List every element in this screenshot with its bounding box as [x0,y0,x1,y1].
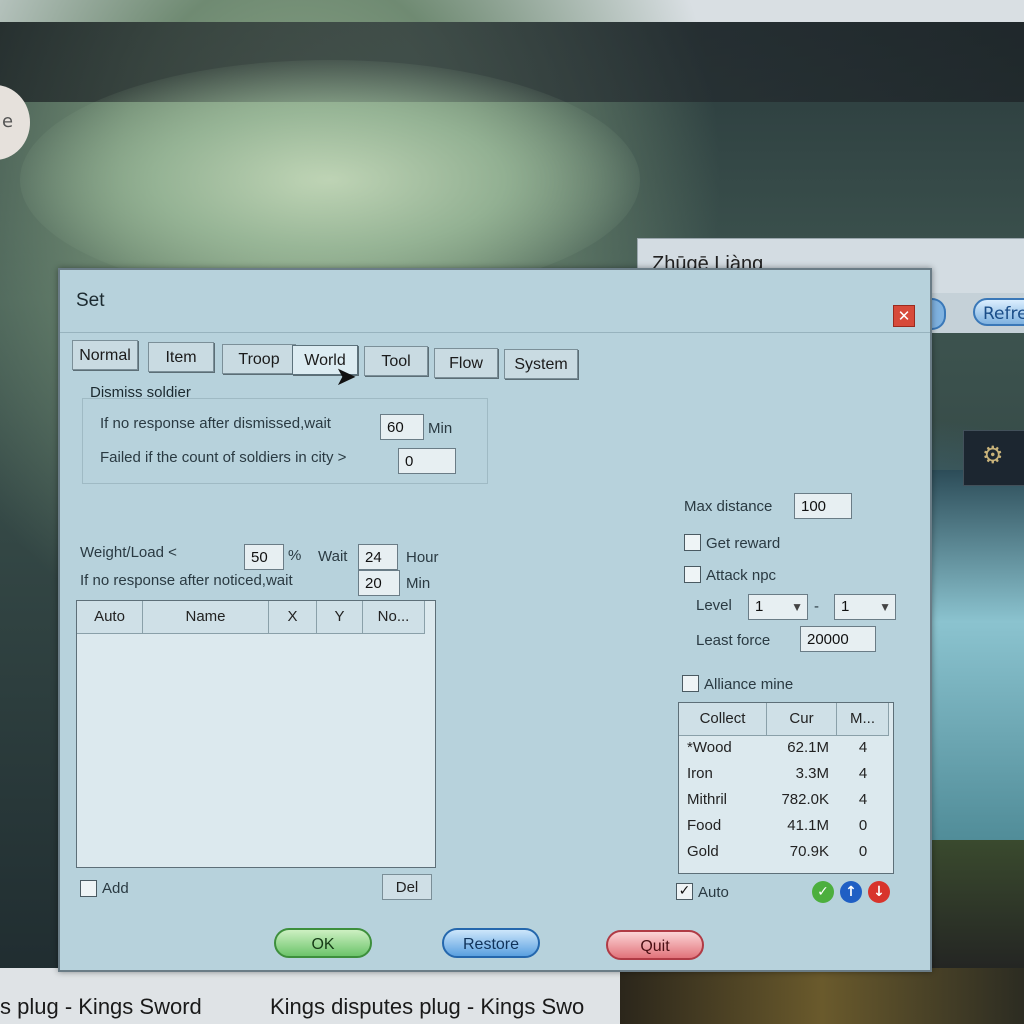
get-reward-checkbox[interactable] [684,534,701,551]
column-name[interactable]: Name [143,601,269,633]
dialog-title: Set [76,290,105,311]
chevron-down-icon: ▼ [879,600,891,614]
set-dialog: Set ✕ Normal Item Troop World Tool Flow … [58,268,932,972]
resource-list-header: Collect Cur M... [679,703,889,736]
dismiss-wait-label: If no response after dismissed,wait [100,415,331,432]
background-fog [20,60,640,300]
level-to-value: 1 [841,598,850,615]
quit-button[interactable]: Quit [606,930,704,960]
resource-cur: 62.1M [787,739,829,756]
column-m[interactable]: M... [837,703,889,735]
game-settings-button[interactable]: ⚙ [963,430,1024,486]
resource-name: Food [687,817,722,834]
attack-npc-checkbox[interactable] [684,566,701,583]
target-list-header: Auto Name X Y No... [77,601,425,634]
get-reward-label: Get reward [706,535,781,552]
auto-label: Auto [698,884,729,901]
resource-cur: 3.3M [795,765,829,782]
alliance-mine-label: Alliance mine [704,676,794,693]
resource-row[interactable]: Food 41.1M 0 [679,817,889,843]
resource-cur: 782.0K [781,791,829,808]
column-y[interactable]: Y [317,601,363,633]
taskbar-item-2[interactable]: Kings disputes plug - Kings Swo [270,994,584,1020]
resource-m: 4 [858,739,868,756]
resource-name: Gold [687,843,719,860]
alliance-mine-checkbox[interactable] [682,675,699,692]
taskbar-thumbnail [620,968,1024,1024]
add-checkbox[interactable] [80,880,97,897]
notice-wait-unit: Min [406,575,431,592]
gear-icon: ⚙ [982,441,1004,469]
arrow-up-icon[interactable]: ↑ [840,881,862,903]
close-icon[interactable]: ✕ [893,305,915,327]
failed-count-input[interactable]: 0 [398,448,456,474]
dismiss-wait-unit: Min [428,420,453,437]
tab-system[interactable]: System [504,349,578,379]
column-no[interactable]: No... [363,601,425,633]
resource-m: 4 [858,765,868,782]
least-force-label: Least force [696,632,771,649]
notice-wait-label: If no response after noticed,wait [80,572,293,589]
resource-row[interactable]: Mithril 782.0K 4 [679,791,889,817]
ok-button[interactable]: OK [274,928,372,958]
confirm-icon[interactable]: ✓ [812,881,834,903]
refresh-button[interactable]: Refres [973,298,1024,326]
level-dash: - [814,598,819,615]
tab-flow[interactable]: Flow [434,348,498,378]
notice-wait-input[interactable]: 20 [358,570,400,596]
resource-row[interactable]: Gold 70.9K 0 [679,843,889,869]
failed-count-label: Failed if the count of soldiers in city … [100,449,347,466]
tab-troop[interactable]: Troop [222,344,296,374]
background-badge-text: e [2,111,14,132]
resource-m: 4 [858,791,868,808]
attack-npc-label: Attack npc [706,567,777,584]
least-force-input[interactable]: 20000 [800,626,876,652]
back-window-round-button[interactable] [930,298,946,330]
resource-list[interactable]: Collect Cur M... *Wood 62.1M 4 Iron 3.3M… [678,702,894,874]
weight-load-label: Weight/Load < [80,544,177,561]
tab-item[interactable]: Item [148,342,214,372]
auto-checkbox[interactable]: ✓ [676,883,693,900]
tab-tool[interactable]: Tool [364,346,428,376]
dialog-header-divider [60,332,930,333]
mouse-cursor-icon: ➤ [335,362,357,392]
max-distance-label: Max distance [684,498,773,515]
resource-row[interactable]: *Wood 62.1M 4 [679,739,889,765]
arrow-down-icon[interactable]: ↓ [868,881,890,903]
level-from-select[interactable]: 1 ▼ [748,594,808,620]
level-to-select[interactable]: 1 ▼ [834,594,896,620]
column-x[interactable]: X [269,601,317,633]
column-cur[interactable]: Cur [767,703,837,735]
resource-name: *Wood [687,739,732,756]
dismiss-heading: Dismiss soldier [90,384,191,401]
resource-row[interactable]: Iron 3.3M 4 [679,765,889,791]
weight-load-input[interactable]: 50 [244,544,284,570]
resource-cur: 70.9K [789,843,829,860]
resource-m: 0 [858,843,868,860]
resource-name: Mithril [687,791,727,808]
weight-wait-label: Wait [318,548,348,565]
target-list[interactable]: Auto Name X Y No... [76,600,436,868]
weight-wait-input[interactable]: 24 [358,544,398,570]
restore-button[interactable]: Restore [442,928,540,958]
weight-wait-unit: Hour [406,549,439,566]
resource-m: 0 [858,817,868,834]
column-auto[interactable]: Auto [77,601,143,633]
dismiss-wait-input[interactable]: 60 [380,414,424,440]
resource-name: Iron [687,765,713,782]
tab-normal[interactable]: Normal [72,340,138,370]
max-distance-input[interactable]: 100 [794,493,852,519]
weight-percent: % [288,547,302,564]
chevron-down-icon: ▼ [791,600,803,614]
del-button[interactable]: Del [382,874,432,900]
column-collect[interactable]: Collect [679,703,767,735]
taskbar-item-1[interactable]: s plug - Kings Sword [0,994,202,1020]
resource-cur: 41.1M [787,817,829,834]
add-label: Add [102,880,129,897]
level-from-value: 1 [755,598,764,615]
level-label: Level [696,597,732,614]
